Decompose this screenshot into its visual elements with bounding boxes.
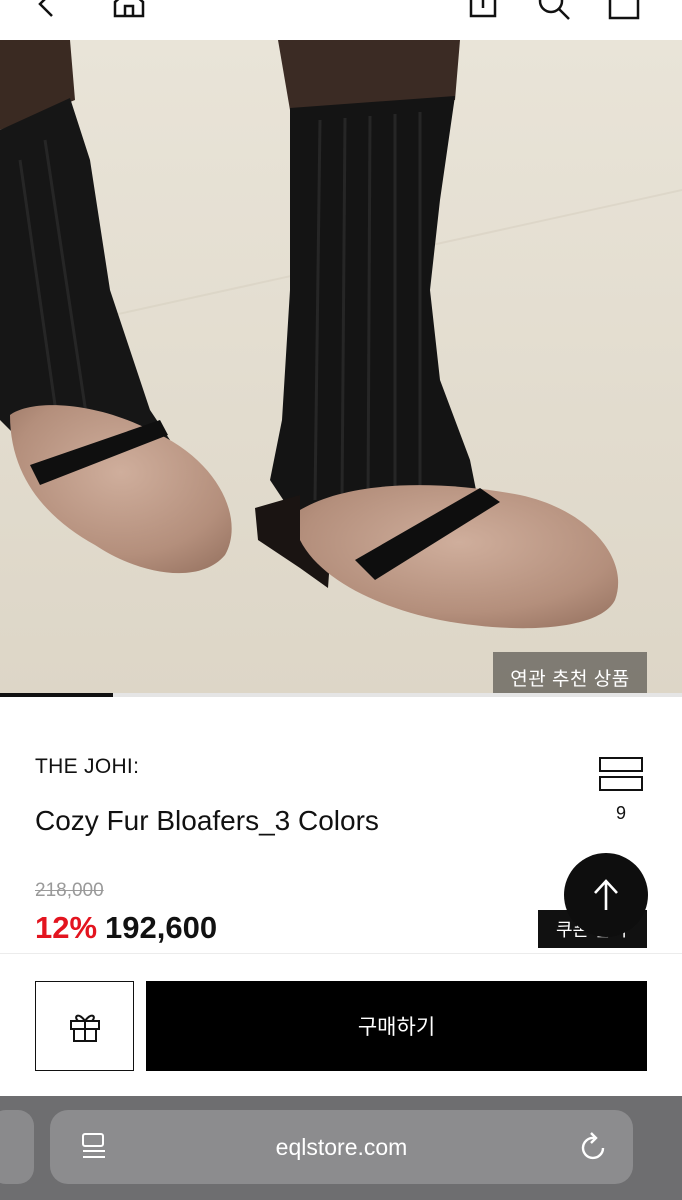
scroll-top-button[interactable] xyxy=(564,853,648,937)
url-text: eqlstore.com xyxy=(275,1133,408,1160)
gift-icon xyxy=(69,1014,100,1042)
product-photo xyxy=(0,40,682,696)
compare-count: 9 xyxy=(615,803,626,823)
previous-tab[interactable] xyxy=(0,1110,34,1184)
purchase-action-bar: 구매하기 xyxy=(0,953,682,1096)
product-image-carousel[interactable]: 연관 추천 상품 xyxy=(0,40,682,696)
buy-button[interactable]: 구매하기 xyxy=(146,981,647,1071)
arrow-up-icon xyxy=(594,879,618,910)
reload-icon[interactable] xyxy=(579,1130,609,1170)
reader-icon[interactable] xyxy=(80,1132,108,1168)
home-icon[interactable] xyxy=(111,0,147,22)
image-progress-fill xyxy=(0,693,114,697)
back-arrow-icon[interactable] xyxy=(30,0,66,22)
cart-icon[interactable] xyxy=(606,0,642,22)
image-progress-bar xyxy=(0,693,682,697)
gift-button[interactable] xyxy=(35,981,134,1071)
compare-button[interactable]: 9 xyxy=(598,757,644,824)
share-icon[interactable] xyxy=(465,0,501,22)
browser-bar: eqlstore.com xyxy=(0,1096,682,1200)
related-products-button[interactable]: 연관 추천 상품 xyxy=(493,652,647,696)
original-price: 218,000 xyxy=(35,880,104,901)
brand-name[interactable]: THE JOHI: xyxy=(35,755,139,779)
search-icon[interactable] xyxy=(536,0,572,22)
top-nav-bar xyxy=(0,0,682,40)
compare-icon xyxy=(599,757,643,793)
price-row: 12% 192,600 xyxy=(35,910,217,946)
product-title: Cozy Fur Bloafers_3 Colors xyxy=(35,805,379,836)
address-bar[interactable]: eqlstore.com xyxy=(50,1110,633,1184)
sale-price: 192,600 xyxy=(105,910,218,945)
discount-rate: 12% xyxy=(35,910,98,945)
